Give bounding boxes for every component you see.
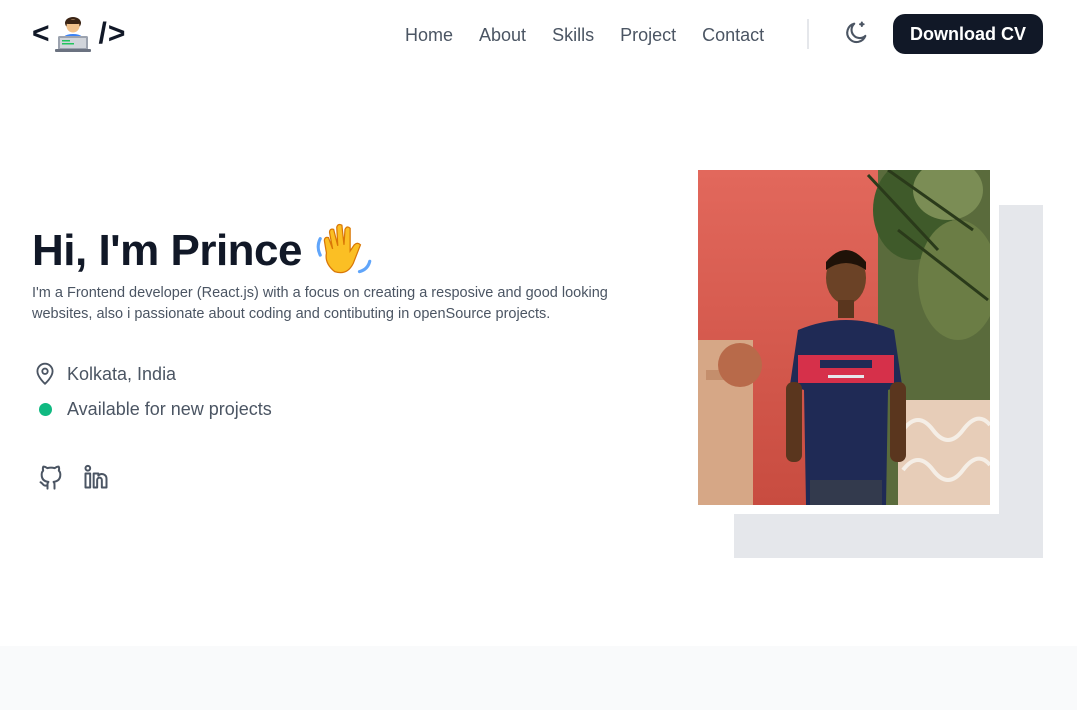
moon-icon [842, 19, 870, 50]
hero-description: I'm a Frontend developer (React.js) with… [32, 285, 608, 322]
logo-close: /> [98, 17, 127, 50]
availability-text: Available for new projects [67, 398, 272, 419]
profile-photo [698, 170, 990, 505]
nav-about[interactable]: About [479, 25, 526, 46]
nav-project[interactable]: Project [620, 25, 676, 46]
nav-contact[interactable]: Contact [702, 25, 764, 46]
download-cv-button[interactable]: Download CV [893, 14, 1043, 54]
technologist-icon [53, 14, 93, 54]
map-pin-icon [32, 361, 58, 387]
status-dot [38, 402, 52, 416]
waving-hand-icon [312, 218, 378, 284]
social-links [36, 462, 126, 492]
github-icon[interactable] [36, 462, 66, 492]
nav-home[interactable]: Home [405, 25, 453, 46]
linkedin-icon[interactable] [81, 462, 111, 492]
logo-open: < [32, 17, 51, 50]
theme-toggle-button[interactable] [840, 18, 872, 50]
location-row: Kolkata, India [32, 361, 176, 387]
hero-title-text: Hi, I'm Prince [32, 226, 303, 275]
location-text: Kolkata, India [67, 363, 177, 384]
nav-divider [807, 19, 809, 49]
hero-title: Hi, I'm Prince [32, 218, 378, 284]
nav-skills[interactable]: Skills [552, 25, 594, 46]
availability-row: Available for new projects [32, 396, 272, 422]
status-indicator [32, 396, 58, 422]
next-section [0, 646, 1077, 710]
logo[interactable]: < /> [32, 12, 126, 56]
nav-links: Home About Skills Project Contact [392, 20, 777, 50]
navbar: < /> Home About Skills Project Contact D… [0, 0, 1077, 70]
